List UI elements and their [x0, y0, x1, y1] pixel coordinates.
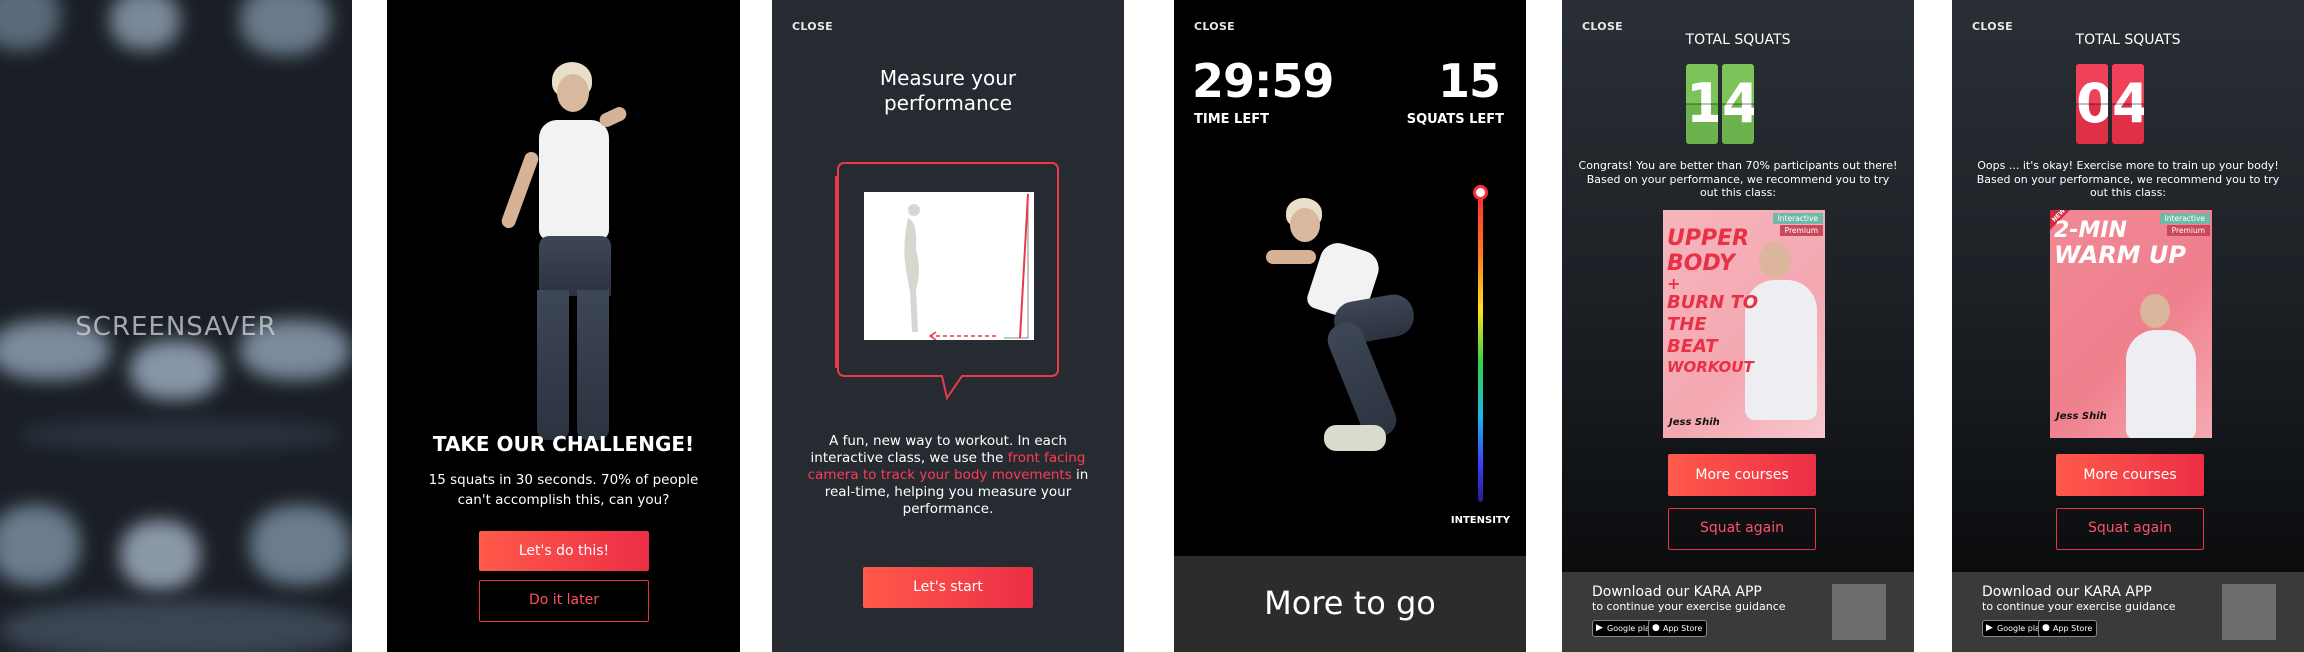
measure-description: A fun, new way to workout. In each inter…	[792, 433, 1104, 518]
recommended-class-card[interactable]: Interactive Premium UPPER BODY + BURN TO…	[1663, 210, 1825, 438]
time-left-value: 29:59	[1192, 54, 1334, 108]
class-title-line: 2-MIN	[2054, 218, 2127, 243]
download-title: Download our KARA APP	[1982, 584, 2152, 600]
result-success-screen: CLOSE TOTAL SQUATS 1 4 Congrats! You are…	[1562, 0, 1914, 652]
result-message: Oops ... it's okay! Exercise more to tra…	[1976, 159, 2280, 199]
challenge-description: 15 squats in 30 seconds. 70% of people c…	[428, 472, 699, 508]
challenge-title: TAKE OUR CHALLENGE!	[432, 432, 695, 456]
class-title-line: WARM UP	[2054, 241, 2186, 269]
intensity-indicator	[1473, 185, 1488, 200]
more-courses-button[interactable]: More courses	[2056, 454, 2204, 496]
more-to-go-text: More to go	[1264, 584, 1436, 622]
class-title: 2-MIN WARM UP	[2054, 218, 2186, 268]
measure-title-line: performance	[883, 91, 1013, 115]
squat-again-button[interactable]: Squat again	[1668, 508, 1816, 550]
lets-do-this-button[interactable]: Let's do this!	[479, 531, 649, 571]
measure-screen: CLOSE Measure your performance A fun, ne…	[772, 0, 1124, 652]
blurred-figure	[0, 0, 60, 50]
app-store-label: App Store	[2053, 624, 2093, 633]
class-title-line: THE	[1667, 314, 1707, 335]
flip-digit: 1	[1686, 64, 1718, 144]
blurred-figure	[240, 0, 330, 55]
result-fail-screen: CLOSE TOTAL SQUATS 0 4 Oops ... it's oka…	[1952, 0, 2304, 652]
premium-tag: Premium	[1779, 225, 1823, 236]
intensity-meter	[1478, 192, 1483, 502]
class-title-line: BURN TO	[1667, 292, 1759, 313]
qr-code	[1832, 584, 1886, 640]
screensaver-screen[interactable]: SCREENSAVER	[0, 0, 352, 652]
play-icon: ▶	[1596, 623, 1603, 633]
recommended-class-card[interactable]: NEW Interactive Premium 2-MIN WARM UP Je…	[2050, 210, 2212, 438]
blurred-figure	[110, 0, 180, 50]
blurred-figure	[0, 600, 352, 652]
coach-name: Jess Shih	[1669, 417, 1720, 428]
app-store-button[interactable]: ● App Store	[2038, 620, 2098, 637]
blurred-figure	[120, 520, 200, 590]
play-icon: ▶	[1986, 623, 1993, 633]
flip-digit: 4	[2112, 64, 2144, 144]
blurred-figure	[130, 340, 220, 400]
coach-name: Jess Shih	[2056, 411, 2107, 422]
total-squats-title: TOTAL SQUATS	[1685, 32, 1791, 48]
do-it-later-button[interactable]: Do it later	[479, 580, 649, 622]
time-left-label: TIME LEFT	[1194, 112, 1269, 127]
class-title-line: BEAT	[1667, 336, 1718, 357]
flip-digit: 4	[1722, 64, 1754, 144]
class-title-line: WORKOUT	[1667, 358, 1754, 376]
qr-code	[2222, 584, 2276, 640]
class-title-line: BODY	[1667, 251, 1735, 276]
close-button[interactable]: CLOSE	[1194, 20, 1235, 33]
more-courses-button[interactable]: More courses	[1668, 454, 1816, 496]
interactive-tag: Interactive	[1772, 213, 1823, 224]
apple-icon: ●	[1652, 623, 1660, 633]
close-button[interactable]: CLOSE	[792, 20, 833, 33]
squats-left-value: 15	[1437, 54, 1501, 108]
measure-title: Measure your performance	[772, 66, 1124, 116]
app-store-button[interactable]: ● App Store	[1648, 620, 1708, 637]
apple-icon: ●	[2042, 623, 2050, 633]
workout-screen: CLOSE 29:59 TIME LEFT 15 SQUATS LEFT INT…	[1174, 0, 1526, 652]
measure-title-line: Measure your	[879, 66, 1017, 90]
blurred-figure	[0, 505, 80, 585]
download-title: Download our KARA APP	[1592, 584, 1762, 600]
class-title-line: UPPER	[1667, 226, 1750, 251]
download-subtitle: to continue your exercise guidance	[1592, 600, 1786, 613]
screensaver-label: SCREENSAVER	[75, 312, 277, 342]
app-store-label: App Store	[1663, 624, 1703, 633]
lets-start-button[interactable]: Let's start	[863, 567, 1033, 608]
class-title-line: +	[1667, 274, 1681, 293]
total-squats-title: TOTAL SQUATS	[2075, 32, 2181, 48]
class-title: UPPER BODY + BURN TO THE BEAT WORKOUT	[1667, 226, 1758, 376]
intensity-label: INTENSITY	[1450, 515, 1510, 526]
squats-left-label: SQUATS LEFT	[1406, 112, 1504, 127]
blurred-floor	[20, 420, 340, 450]
squat-again-button[interactable]: Squat again	[2056, 508, 2204, 550]
blurred-figure	[250, 505, 350, 585]
camera-tracking-illustration	[835, 162, 1059, 401]
challenge-screen: TAKE OUR CHALLENGE! 15 squats in 30 seco…	[387, 0, 740, 652]
download-subtitle: to continue your exercise guidance	[1982, 600, 2176, 613]
result-message: Congrats! You are better than 70% partic…	[1578, 159, 1898, 199]
flip-digit: 0	[2076, 64, 2108, 144]
